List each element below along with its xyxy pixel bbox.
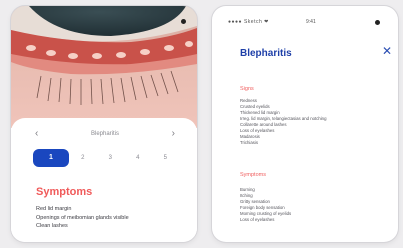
tab-2[interactable]: 2 — [69, 155, 97, 161]
status-time: 9:41 — [306, 19, 316, 25]
chevron-right-icon[interactable]: › — [172, 129, 175, 139]
right-phone-screen: ●●●● Sketch ❤ 9:41 Blepharitis ✕ Signs R… — [212, 6, 398, 242]
list-item: Loss of eyelashes — [240, 217, 275, 222]
list-item: Red lid margin — [36, 206, 72, 212]
disease-navigator: ‹ Blepharitis › — [11, 127, 197, 141]
symptoms-sheet: ‹ Blepharitis › 1 2 3 4 5 Symptoms Red l… — [11, 118, 197, 242]
symptoms-list: Red lid margin Openings of meibomian gla… — [36, 205, 129, 231]
signs-list: Redness Crusted eyelids Thickened lid ma… — [240, 98, 326, 146]
tab-5[interactable]: 5 — [152, 155, 180, 161]
image-tabs: 1 2 3 4 5 — [33, 149, 179, 167]
close-icon[interactable]: ✕ — [382, 44, 392, 58]
list-item: Clean lashes — [36, 223, 68, 230]
symptoms-list: Burning Itching Gritty sensation Foreign… — [240, 187, 291, 223]
status-bar: ●●●● Sketch ❤ 9:41 — [228, 18, 388, 26]
camera-dot — [375, 20, 380, 25]
camera-dot — [181, 19, 186, 24]
left-phone-screen: ‹ Blepharitis › 1 2 3 4 5 Symptoms Red l… — [11, 6, 197, 242]
symptoms-heading: Symptoms — [36, 186, 93, 198]
tab-1[interactable]: 1 — [33, 149, 69, 167]
tab-3[interactable]: 3 — [97, 155, 125, 161]
eyelid-closeup-image — [11, 6, 197, 128]
page-title: Blepharitis — [240, 48, 292, 59]
chevron-left-icon[interactable]: ‹ — [35, 129, 38, 139]
list-item: Trichiasis — [240, 140, 258, 145]
signal-indicator: ●●●● Sketch ❤ — [228, 19, 269, 25]
disease-title: Blepharitis — [90, 131, 119, 137]
list-item: Openings of meibomian glands visible — [36, 214, 129, 221]
tab-4[interactable]: 4 — [124, 155, 152, 161]
symptoms-heading: Symptoms — [240, 172, 266, 178]
signs-heading: Signs — [240, 86, 254, 92]
